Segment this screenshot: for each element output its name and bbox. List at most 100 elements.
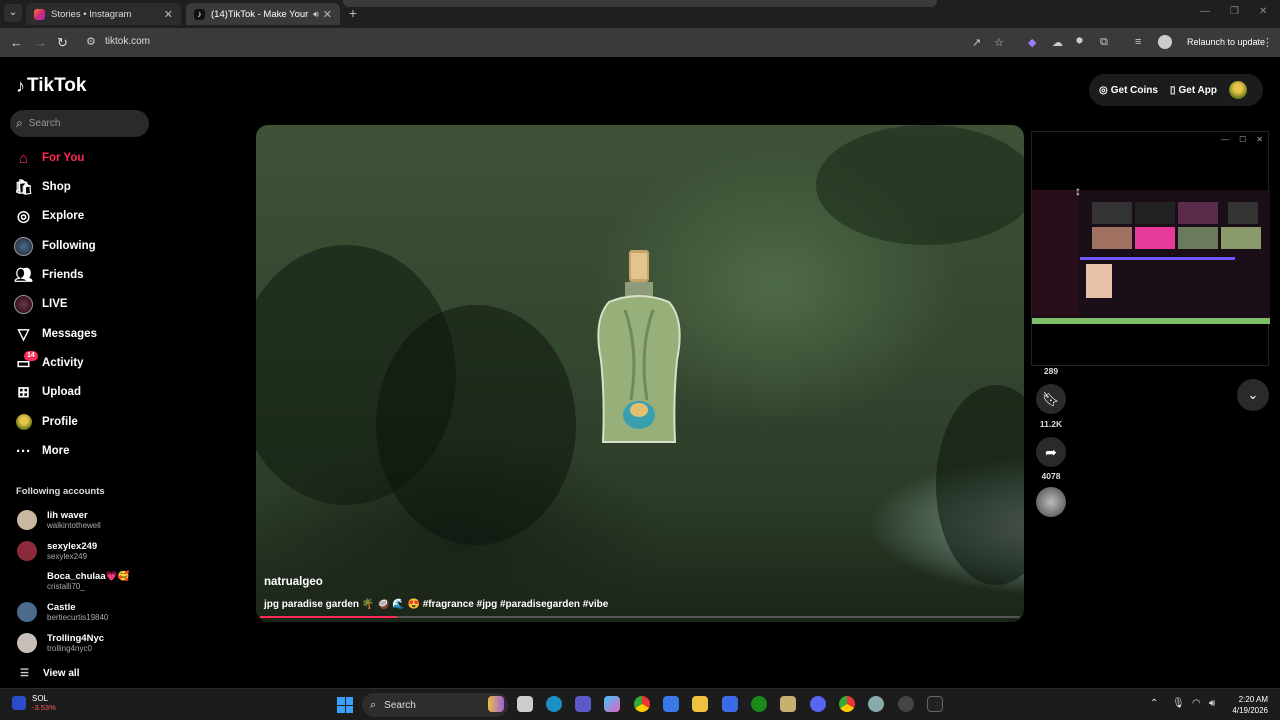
maximize-icon[interactable]: ❐ (1230, 6, 1239, 17)
instagram-icon (34, 8, 45, 20)
forward-icon[interactable]: → (34, 35, 47, 50)
following-account[interactable]: sexylex249 sexylex249 (17, 541, 97, 561)
video-author[interactable]: natrualgeo (264, 576, 323, 588)
puzzle-icon[interactable]: ⧉ (1100, 36, 1108, 49)
nav-profile[interactable]: Profile (14, 410, 78, 434)
teams-icon[interactable] (575, 696, 591, 712)
following-account[interactable]: lih waver walkintothewell (17, 510, 101, 530)
edge-icon[interactable] (546, 696, 562, 712)
close-tab-icon[interactable]: ✕ (164, 8, 173, 21)
nav-label: More (42, 445, 70, 457)
profile-avatar-icon[interactable] (1158, 35, 1172, 49)
bookmark-star-icon[interactable]: ☆ (994, 36, 1004, 49)
nav-messages[interactable]: ▽ Messages (14, 322, 97, 346)
site-info-icon[interactable]: ⚙ (86, 35, 96, 48)
file-explorer-icon[interactable] (692, 696, 708, 712)
tab-instagram[interactable]: Stories • Instagram ✕ (26, 3, 181, 25)
user-avatar[interactable] (1229, 81, 1247, 99)
nav-explore[interactable]: ◎ Explore (14, 204, 84, 228)
nav-friends[interactable]: 👥︎ Friends (14, 263, 84, 287)
maximize-icon[interactable]: ☐ (1239, 135, 1246, 144)
speaker-icon[interactable]: 🔊︎ (313, 9, 319, 20)
tab-tiktok[interactable]: ♪ (14)TikTok - Make Your Day 🔊︎ ✕ (186, 3, 340, 25)
avatar (17, 602, 37, 622)
bookmark-button[interactable]: 🔖︎ (1036, 384, 1066, 414)
perfume-bottle (597, 250, 681, 443)
close-icon[interactable]: ✕ (1256, 135, 1263, 144)
app-icon[interactable] (780, 696, 796, 712)
account-handle: bertiecurtis19840 (47, 613, 109, 622)
epic-games-icon[interactable] (927, 696, 943, 712)
app-icon[interactable] (898, 696, 914, 712)
nav-label: Friends (42, 269, 84, 281)
back-icon[interactable]: ← (10, 35, 23, 50)
video-player[interactable]: natrualgeo jpg paradise garden 🌴 🥥 🌊 😍 #… (256, 125, 1024, 622)
chevron-down-icon: ⌄ (1247, 387, 1259, 402)
video-progress-bar[interactable] (260, 616, 1020, 618)
task-view-icon[interactable] (517, 696, 533, 712)
share-button[interactable]: ➦ (1036, 437, 1066, 467)
nav-activity[interactable]: ▭ 14 Activity (14, 350, 84, 375)
app-c-icon[interactable] (722, 696, 738, 712)
widget-change: -3.53% (32, 703, 56, 712)
media-controls-icon[interactable]: ≡ (1135, 36, 1141, 48)
relaunch-button[interactable]: Relaunch to update (1187, 37, 1265, 47)
minimize-icon[interactable]: — (1221, 135, 1229, 144)
extension-icon[interactable]: ⬢ (1076, 36, 1083, 45)
widget-icon[interactable] (488, 696, 504, 712)
account-handle: walkintothewell (47, 521, 101, 530)
get-app-button[interactable]: ▯ Get App (1170, 85, 1217, 96)
new-tab-button[interactable]: + (345, 6, 361, 22)
chrome-icon[interactable] (634, 696, 650, 712)
nav-live[interactable]: LIVE (14, 292, 68, 316)
extension-icon[interactable]: ◆ (1028, 36, 1036, 49)
reload-icon[interactable]: ↻ (57, 35, 68, 51)
close-window-icon[interactable]: ✕ (1259, 6, 1267, 17)
thumb-tile (1178, 202, 1218, 224)
taskbar-search[interactable]: ⌕ Search (362, 693, 508, 717)
wifi-icon[interactable]: ◠ (1192, 698, 1201, 709)
nav-label: Activity (42, 357, 84, 369)
tray-chevron-icon[interactable]: ⌃ (1150, 698, 1158, 709)
following-account[interactable]: Trolling4Nyc trolling4nyc0 (17, 633, 104, 653)
minimize-icon[interactable]: — (1200, 6, 1210, 17)
view-all-button[interactable]: ☰ View all (20, 668, 79, 679)
volume-icon[interactable]: 🔊︎ (1209, 698, 1215, 709)
nav-following[interactable]: Following (14, 234, 96, 258)
compass-icon: ◎ (16, 208, 31, 225)
open-in-app-icon[interactable]: ↗ (972, 36, 981, 49)
close-tab-icon[interactable]: ✕ (323, 8, 332, 21)
next-video-button[interactable]: ⌄ (1237, 379, 1269, 411)
microphone-icon[interactable]: 🎙︎ (1172, 698, 1185, 709)
start-button[interactable] (337, 697, 353, 713)
discord-icon[interactable] (810, 696, 826, 712)
settings-icon[interactable] (868, 696, 884, 712)
stock-widget[interactable]: SOL -3.53% (12, 694, 56, 712)
floating-preview-window[interactable]: — ☐ ✕ (1031, 131, 1270, 366)
search-input[interactable]: ⌕ Search (10, 110, 149, 137)
chrome-menu-icon[interactable]: ⋮ (1262, 36, 1273, 49)
thumb-taskbar (1032, 318, 1270, 324)
nav-upload[interactable]: ⊞ Upload (14, 380, 81, 404)
get-coins-label: Get Coins (1110, 84, 1158, 96)
tab-search-button[interactable]: ⌄ (4, 4, 22, 22)
nav-shop[interactable]: 🛍︎ Shop (14, 175, 71, 199)
clock[interactable]: 2:20 AM 4/19/2026 (1228, 694, 1268, 716)
following-account[interactable]: Boca_chulaa💗🥰 cristalli70_ (17, 571, 129, 591)
avatar (17, 510, 37, 530)
get-coins-button[interactable]: ◎ Get Coins (1099, 85, 1158, 96)
nav-label: Upload (42, 386, 81, 398)
nav-more[interactable]: ··· More (14, 439, 69, 463)
xbox-icon[interactable] (751, 696, 767, 712)
following-account[interactable]: Castle bertiecurtis19840 (17, 602, 108, 622)
tiktok-logo[interactable]: ♪ TikTok (16, 75, 86, 97)
video-caption: jpg paradise garden 🌴 🥥 🌊 😍 #fragrance #… (264, 599, 609, 610)
chrome-icon[interactable] (839, 696, 855, 712)
music-disc[interactable] (1036, 487, 1066, 517)
copilot-icon[interactable] (604, 696, 620, 712)
nav-for-you[interactable]: ⌂ For You (14, 146, 84, 170)
store-icon[interactable] (663, 696, 679, 712)
extension-icon[interactable]: ☁ (1052, 36, 1063, 49)
url-text[interactable]: tiktok.com (105, 36, 150, 47)
address-bar: ← → ↻ ⚙ tiktok.com ↗ ☆ ◆ ☁ ⬢ ⧉ ≡ Relaunc… (0, 28, 1280, 57)
